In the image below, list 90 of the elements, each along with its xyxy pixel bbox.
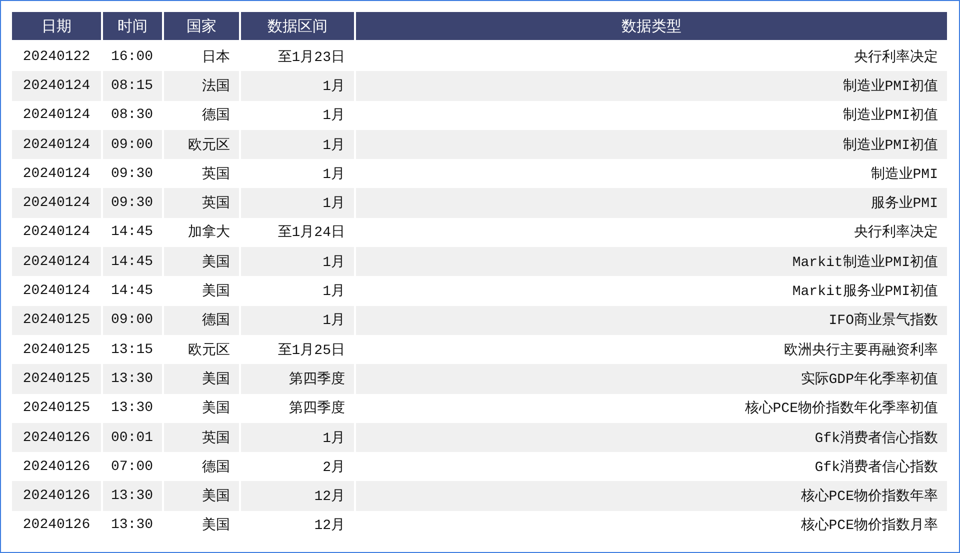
table-cell: 20240124 [12, 130, 101, 160]
table-cell: 20240124 [12, 188, 101, 218]
table-cell-text: 欧洲央行主要再融资利率 [783, 341, 939, 361]
table-cell: 20240125 [12, 364, 101, 394]
table-cell: 服务业PMI [356, 188, 947, 218]
table-cell-text: 08:30 [110, 106, 154, 126]
table-cell: 实际GDP年化季率初值 [356, 364, 947, 394]
table-cell-text: 加拿大 [187, 224, 231, 244]
table-cell-text: 美国 [201, 282, 231, 302]
table-cell: 制造业PMI初值 [356, 130, 947, 160]
table-cell-text: 1月 [322, 283, 346, 302]
table-cell: 法国 [164, 71, 239, 101]
table-cell-text: 央行利率决定 [853, 48, 939, 68]
table-cell-text: 欧元区 [187, 342, 231, 361]
table-cell: 20240124 [12, 71, 101, 101]
table-cell: 20240126 [12, 422, 101, 452]
table-cell-text: 美国 [201, 516, 231, 536]
table-cell-text: 第四季度 [288, 399, 346, 420]
table-cell: 1月 [241, 130, 354, 160]
table-cell-text: 英国 [201, 166, 231, 185]
table-cell: 09:00 [103, 306, 162, 335]
table-cell-text: 13:30 [110, 516, 154, 536]
table-cell-text: 20240122 [22, 48, 92, 67]
table-cell: 1月 [241, 71, 354, 101]
table-cell-text: 13:30 [110, 399, 154, 418]
table-cell: 第四季度 [241, 364, 354, 394]
table-cell: 20240125 [12, 306, 101, 335]
table-cell: 09:00 [103, 130, 162, 160]
column-header: 日期 [12, 12, 101, 40]
table-cell-text: 德国 [201, 458, 231, 478]
table-cell: 1月 [241, 188, 354, 218]
table-cell: 英国 [164, 422, 239, 452]
table-cell-text: 制造业PMI [870, 166, 939, 185]
table-cell: 1月 [241, 422, 354, 452]
table-cell-text: 制造业PMI初值 [842, 106, 939, 126]
table-cell-text: 1月 [322, 166, 346, 185]
table-cell-text: 14:45 [110, 223, 154, 242]
table-cell: 09:30 [103, 188, 162, 218]
column-header: 数据类型 [356, 12, 947, 40]
table-cell-text: 央行利率决定 [853, 223, 939, 244]
table-cell: 美国 [164, 364, 239, 394]
table-cell-text: 13:15 [110, 340, 154, 360]
table-cell-text: 20240125 [22, 340, 92, 360]
table-cell: 00:01 [103, 422, 162, 452]
table-cell-text: Markit服务业PMI初值 [791, 282, 939, 302]
column-header: 国家 [164, 12, 239, 40]
table-cell: Gfk消费者信心指数 [356, 422, 947, 452]
table-cell-text: 20240124 [22, 282, 92, 302]
table-cell-text: 20240124 [22, 106, 92, 126]
table-cell-text: 20240125 [22, 399, 92, 418]
table-cell-text: 核心PCE物价指数年化季率初值 [744, 399, 939, 420]
table-cell-text: 14:45 [110, 282, 154, 302]
table-cell: 制造业PMI初值 [356, 71, 947, 101]
table-cell-text: 核心PCE物价指数月率 [800, 516, 939, 536]
table-cell-text: 20240126 [22, 458, 92, 477]
table-cell-text: 16:00 [110, 48, 154, 67]
table-cell-text: 1月 [322, 107, 346, 126]
table-cell: 欧元区 [164, 130, 239, 160]
table-cell: 12月 [241, 481, 354, 511]
table-cell-text: 20240124 [22, 223, 92, 242]
table-cell: 核心PCE物价指数年率 [356, 481, 947, 511]
table-cell: 美国 [164, 247, 239, 276]
table-cell: 20240124 [12, 247, 101, 276]
table-cell: 1月 [241, 247, 354, 276]
table-cell: Markit制造业PMI初值 [356, 247, 947, 276]
column-header: 数据区间 [241, 12, 354, 40]
table-cell: 德国 [164, 306, 239, 335]
table-cell-text: 20240124 [22, 164, 92, 184]
table-cell-text: 2月 [322, 458, 346, 478]
table-cell: 美国 [164, 481, 239, 511]
table-cell: 英国 [164, 188, 239, 218]
table-cell: 20240126 [12, 481, 101, 511]
table-cell-text: 20240126 [22, 516, 92, 536]
table-cell: 13:30 [103, 364, 162, 394]
table-cell-text: Gfk消费者信心指数 [814, 458, 939, 478]
table-cell-text: 德国 [201, 107, 231, 126]
table-cell-text: 至1月25日 [276, 342, 346, 361]
table-cell-text: 日本 [201, 48, 231, 68]
table-cell: 08:15 [103, 71, 162, 101]
table-cell-text: 07:00 [110, 458, 154, 477]
table-cell-text: 美国 [201, 399, 231, 420]
table-cell: 13:30 [103, 481, 162, 511]
table-cell: 14:45 [103, 247, 162, 276]
table-cell-text: 至1月23日 [276, 48, 346, 68]
table-cell-text: 12月 [313, 517, 346, 536]
column-header: 时间 [103, 12, 162, 40]
table-cell: 1月 [241, 306, 354, 335]
table-cell-text: 至1月24日 [276, 224, 346, 244]
table-cell-text: 09:30 [110, 164, 154, 184]
table-cell: IFO商业景气指数 [356, 306, 947, 335]
